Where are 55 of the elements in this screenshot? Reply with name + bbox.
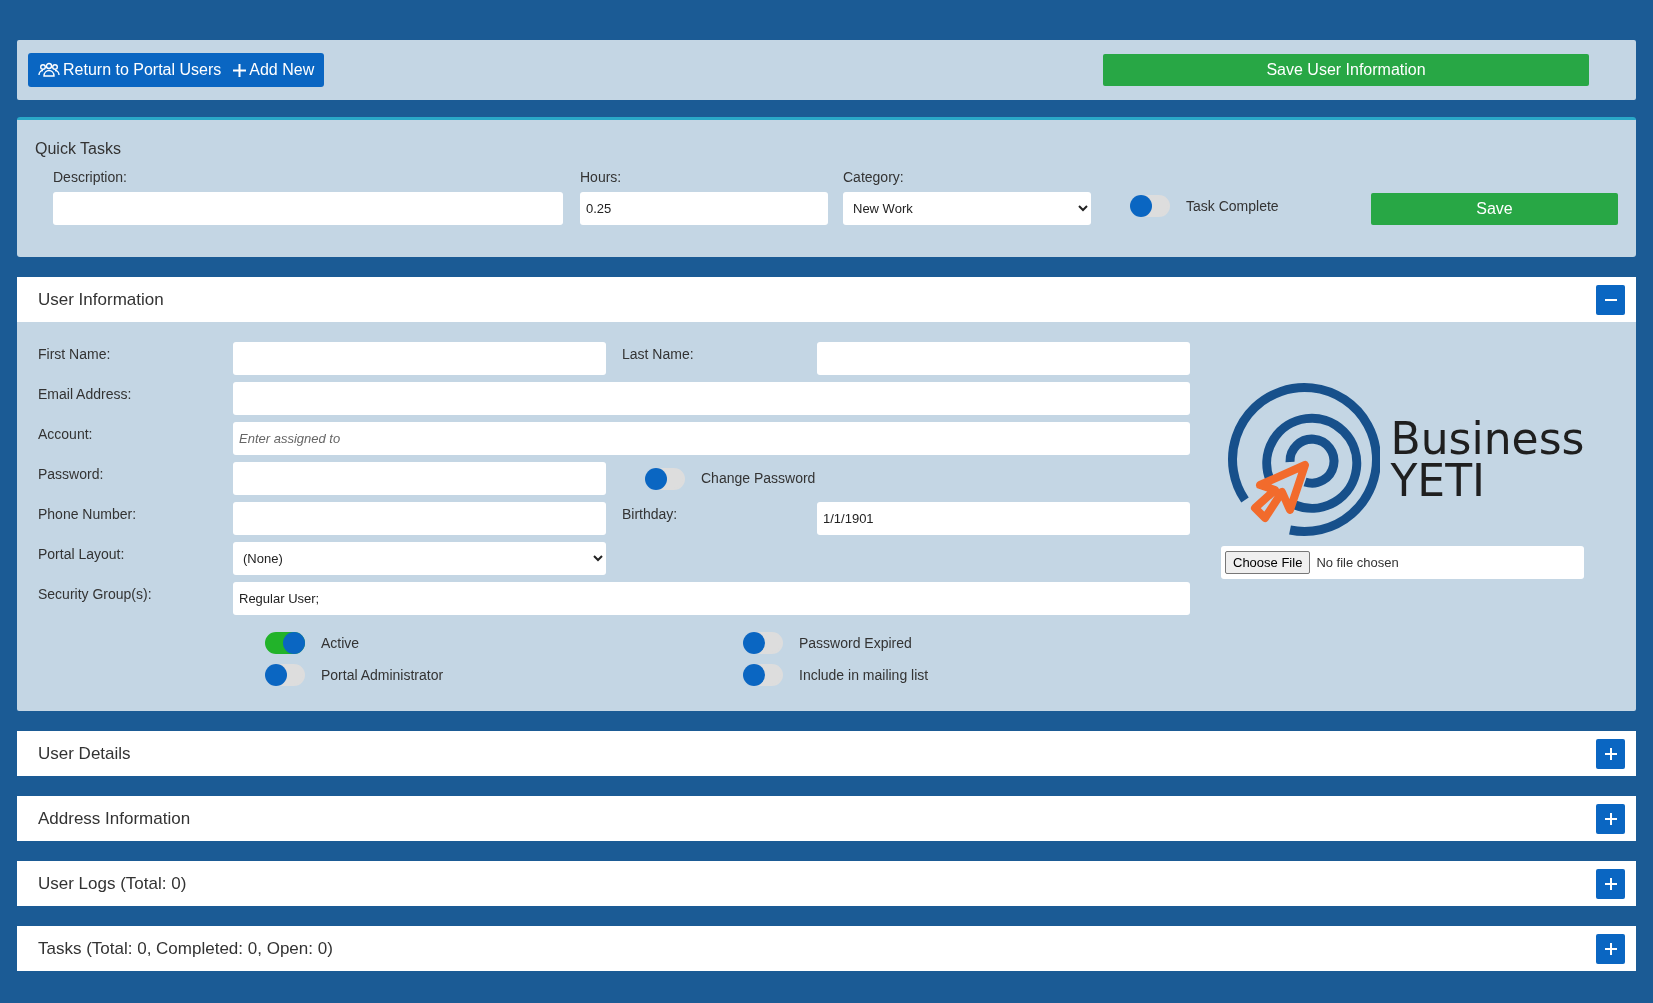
field-label: Last Name: [621, 345, 695, 364]
toggle-label: Password Expired [799, 633, 912, 653]
toggle-switch[interactable] [265, 632, 305, 654]
add-new-button[interactable]: Add New [227, 58, 321, 82]
logo-text: Business [1390, 418, 1585, 460]
users-icon [38, 62, 60, 78]
input-field[interactable]: Regular User; [233, 582, 1190, 615]
input-field[interactable]: 1/1/1901 [817, 502, 1190, 535]
expand-button[interactable] [1596, 868, 1625, 899]
input-field[interactable] [817, 342, 1190, 375]
field-label: Email Address: [38, 385, 133, 404]
toggle-label: Portal Administrator [321, 665, 444, 685]
plus-icon [1603, 811, 1618, 826]
field-label: Account: [38, 425, 94, 444]
minus-icon [1603, 298, 1618, 301]
hours-field[interactable]: 0.25 [580, 192, 828, 225]
choose-file-button[interactable]: Choose File [1225, 550, 1311, 575]
expand-button[interactable] [1596, 738, 1625, 769]
field-label: First Name: [38, 345, 112, 364]
plus-icon [233, 63, 247, 77]
description-field[interactable] [53, 192, 563, 225]
plus-icon [1603, 746, 1618, 761]
field-label: Hours: [580, 168, 623, 187]
panel-title: Tasks (Total: 0, Completed: 0, Open: 0) [38, 937, 333, 960]
return-button[interactable]: Return to Portal Users [32, 58, 228, 82]
panel-title: Address Information [38, 807, 191, 830]
field-label: Birthday: [621, 505, 679, 524]
input-field[interactable] [233, 462, 606, 495]
section-title: Quick Tasks [35, 139, 122, 159]
collapse-button[interactable] [1596, 284, 1625, 315]
field-label: Change Password [701, 469, 816, 488]
input-field[interactable] [233, 502, 606, 535]
field-label: Security Group(s): [38, 585, 153, 604]
field-label: Category: [843, 168, 905, 187]
toggle-label: Active [321, 633, 360, 653]
toggle-label: Task Complete [1186, 196, 1279, 216]
logo-text: YETI [1390, 460, 1486, 502]
panel-title: User Information [38, 288, 164, 311]
category-select[interactable]: New Work [843, 192, 1091, 225]
select-field[interactable]: (None) [233, 542, 606, 575]
expand-button[interactable] [1596, 933, 1625, 964]
expand-button[interactable] [1596, 803, 1625, 834]
toggle-label: Include in mailing list [799, 665, 929, 685]
field-label: Description: [53, 168, 128, 187]
input-field[interactable] [233, 382, 1190, 415]
panel-title: User Logs (Total: 0) [38, 872, 187, 895]
input-field[interactable]: Enter assigned to [233, 422, 1190, 455]
field-label: Portal Layout: [38, 545, 126, 564]
field-label: Password: [38, 465, 105, 484]
plus-icon [1603, 876, 1618, 891]
panel-title: User Details [38, 742, 131, 765]
plus-icon [1603, 941, 1618, 956]
input-field[interactable] [233, 342, 606, 375]
field-label: Phone Number: [38, 505, 138, 524]
file-status-text: No file chosen [1316, 553, 1399, 572]
